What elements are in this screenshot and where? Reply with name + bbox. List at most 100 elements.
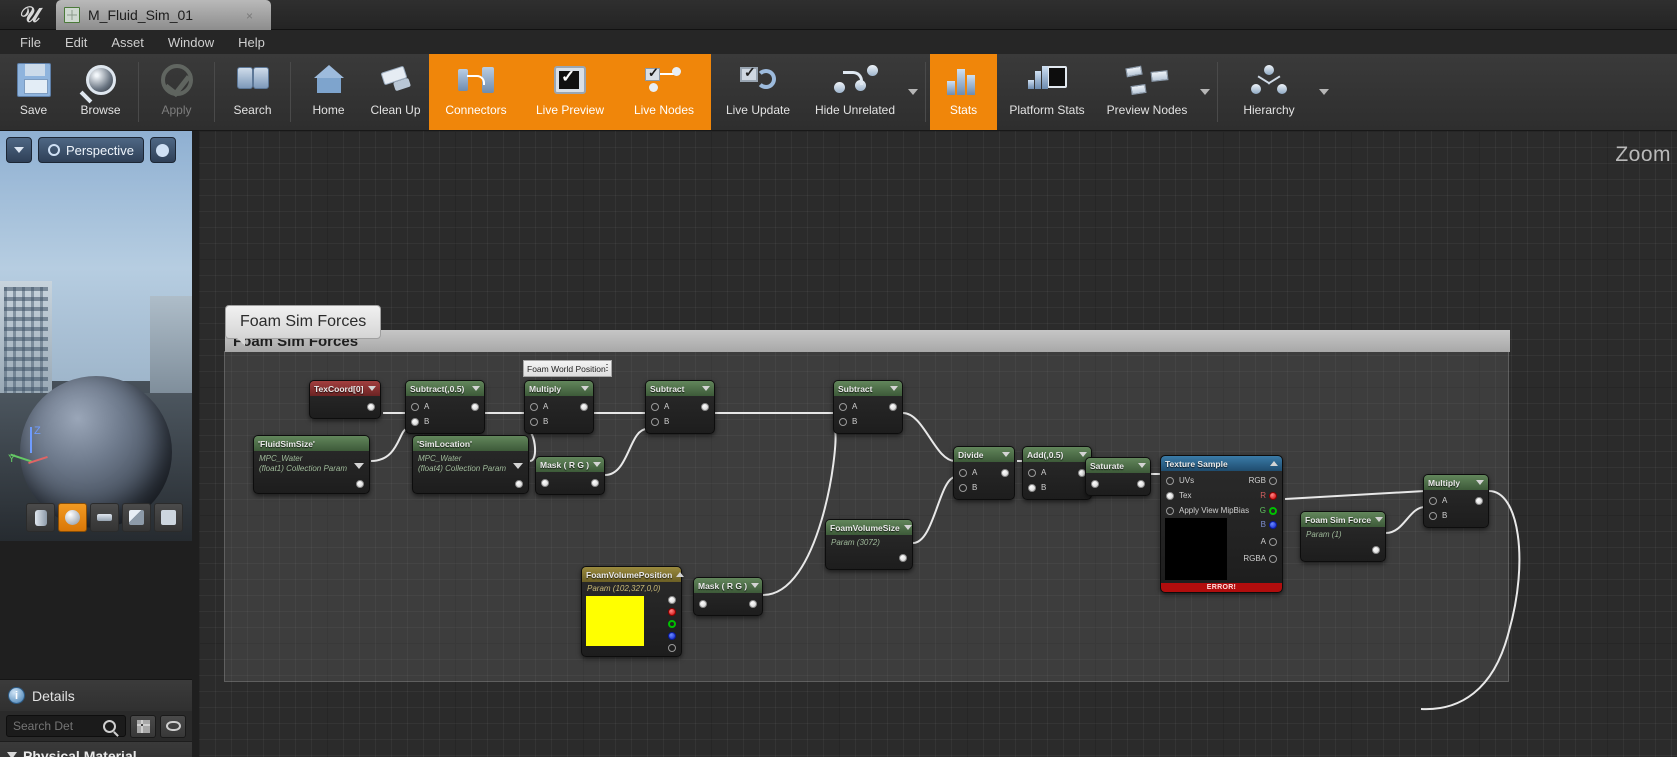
output-pin[interactable] [367, 402, 375, 411]
shape-button-sphere[interactable] [58, 503, 87, 532]
pin-row-a[interactable]: A [406, 399, 484, 414]
output-pin-r[interactable] [1269, 491, 1277, 500]
menu-asset[interactable]: Asset [99, 33, 156, 52]
output-pin[interactable] [889, 402, 897, 411]
asset-tab[interactable]: M_Fluid_Sim_01 × [56, 0, 271, 30]
output-pin-g[interactable] [668, 620, 676, 628]
output-pin-row[interactable] [254, 476, 369, 491]
output-pin[interactable] [749, 599, 757, 608]
node-multiply-1[interactable]: Multiply A B [524, 380, 594, 434]
node-header[interactable]: TexCoord[0] [310, 381, 380, 396]
search-input[interactable] [13, 719, 103, 733]
pin-row-b[interactable]: B [834, 414, 902, 429]
hide-unrelated-button[interactable]: Hide Unrelated [805, 54, 905, 130]
output-pin-a[interactable] [1269, 537, 1277, 546]
chevron-down-icon[interactable] [1476, 480, 1484, 485]
node-foamvolumeposition[interactable]: FoamVolumePosition Param (102,327,0,0) [581, 566, 685, 657]
output-pin-rgba[interactable] [1269, 554, 1277, 563]
view-mode-dropdown[interactable]: Perspective [38, 137, 144, 163]
menu-window[interactable]: Window [156, 33, 226, 52]
output-pin[interactable] [1137, 479, 1145, 488]
input-pin-b[interactable] [1028, 483, 1036, 492]
pin-row-b[interactable]: B [1424, 508, 1488, 523]
pin-row-a[interactable]: A [646, 399, 714, 414]
material-preview-viewport[interactable]: Z Y [0, 131, 192, 541]
chevron-down-icon[interactable] [1138, 463, 1146, 468]
output-pin-rgb[interactable] [1269, 476, 1277, 485]
input-pin[interactable] [1091, 479, 1099, 488]
drag-handle-icon[interactable] [605, 364, 608, 373]
pin-row-b[interactable]: B [954, 480, 1014, 495]
pin-row-mipbias[interactable]: Apply View MipBias G [1161, 503, 1282, 518]
output-pin[interactable] [1001, 468, 1009, 477]
live-update-button[interactable]: Live Update [711, 54, 805, 130]
output-pin[interactable] [899, 553, 907, 562]
output-pin-row[interactable] [826, 550, 912, 565]
input-pin-b[interactable] [651, 417, 659, 426]
pin-row-a[interactable]: A [1023, 465, 1091, 480]
input-pin-mipbias[interactable] [1166, 506, 1174, 515]
pin-row-a[interactable]: A [954, 465, 1014, 480]
search-button[interactable]: Search [219, 54, 286, 130]
pin-row-b[interactable]: B [646, 414, 714, 429]
node-divide[interactable]: Divide A B [953, 446, 1015, 500]
pin-row[interactable] [1086, 476, 1150, 491]
material-graph-canvas[interactable]: Zoom Foam Sim Forces Foam Sim Forces Foa… [199, 131, 1677, 757]
hierarchy-dropdown[interactable] [1316, 54, 1332, 130]
chevron-down-icon[interactable] [1002, 452, 1010, 457]
node-header[interactable]: Texture Sample [1161, 456, 1282, 471]
node-add-05[interactable]: Add(,0.5) A B [1022, 446, 1092, 500]
chevron-down-icon[interactable] [472, 386, 480, 391]
lit-mode-button[interactable] [149, 137, 176, 163]
output-pin[interactable] [1475, 496, 1483, 505]
apply-button[interactable]: Apply [143, 54, 210, 130]
menu-edit[interactable]: Edit [53, 33, 99, 52]
chevron-up-icon[interactable] [676, 572, 685, 577]
node-header[interactable]: Multiply [1424, 475, 1488, 490]
output-pin-rgba[interactable] [668, 596, 676, 604]
texture-preview-thumbnail[interactable] [1165, 518, 1227, 580]
pin-row-a[interactable]: A [834, 399, 902, 414]
pin-row[interactable] [694, 596, 762, 611]
node-subtract-05[interactable]: Subtract(,0.5) A B [405, 380, 485, 434]
input-pin-a[interactable] [959, 468, 967, 477]
live-nodes-button[interactable]: Live Nodes [617, 54, 711, 130]
output-pin[interactable] [580, 402, 588, 411]
input-pin-b[interactable] [411, 417, 419, 426]
input-pin-a[interactable] [651, 402, 659, 411]
browse-button[interactable]: Browse [67, 54, 134, 130]
node-saturate[interactable]: Saturate [1085, 457, 1151, 496]
cleanup-button[interactable]: Clean Up [362, 54, 429, 130]
input-pin-a[interactable] [530, 402, 538, 411]
node-header[interactable]: Subtract [646, 381, 714, 396]
input-pin[interactable] [541, 478, 549, 487]
node-header[interactable]: 'SimLocation' [413, 436, 528, 451]
menu-help[interactable]: Help [226, 33, 277, 52]
node-header[interactable]: Divide [954, 447, 1014, 462]
node-mask-rg-1[interactable]: Mask ( R G ) [535, 456, 605, 495]
live-preview-button[interactable]: Live Preview [523, 54, 617, 130]
output-pin-r[interactable] [668, 608, 676, 616]
node-fluidsimsize[interactable]: 'FluidSimSize' MPC_Water (float1) Collec… [253, 435, 370, 494]
input-pin-uvs[interactable] [1166, 476, 1174, 485]
menu-file[interactable]: File [8, 33, 53, 52]
chevron-down-icon[interactable] [593, 462, 602, 467]
viewport-options-button[interactable] [6, 137, 32, 163]
visibility-button[interactable] [160, 714, 186, 738]
node-foamsimforce[interactable]: Foam Sim Force Param (1) [1300, 511, 1386, 562]
input-pin-a[interactable] [1429, 496, 1437, 505]
pin-row-b[interactable]: B [525, 414, 593, 429]
shape-button-cube[interactable] [122, 503, 151, 532]
node-header[interactable]: Saturate [1086, 458, 1150, 473]
output-pin-b[interactable] [1269, 520, 1277, 529]
input-pin-tex[interactable] [1166, 491, 1174, 500]
section-physical-material[interactable]: Physical Material [0, 741, 192, 757]
chevron-down-icon[interactable] [368, 386, 376, 391]
node-subtract-2[interactable]: Subtract A B [833, 380, 903, 434]
connectors-button[interactable]: Connectors [429, 54, 523, 130]
node-header[interactable]: FoamVolumeSize [826, 520, 912, 535]
node-simlocation[interactable]: 'SimLocation' MPC_Water (float4) Collect… [412, 435, 529, 494]
color-swatch-preview[interactable] [586, 596, 644, 646]
output-pin-row[interactable] [310, 399, 380, 414]
chevron-down-icon[interactable] [513, 463, 523, 469]
